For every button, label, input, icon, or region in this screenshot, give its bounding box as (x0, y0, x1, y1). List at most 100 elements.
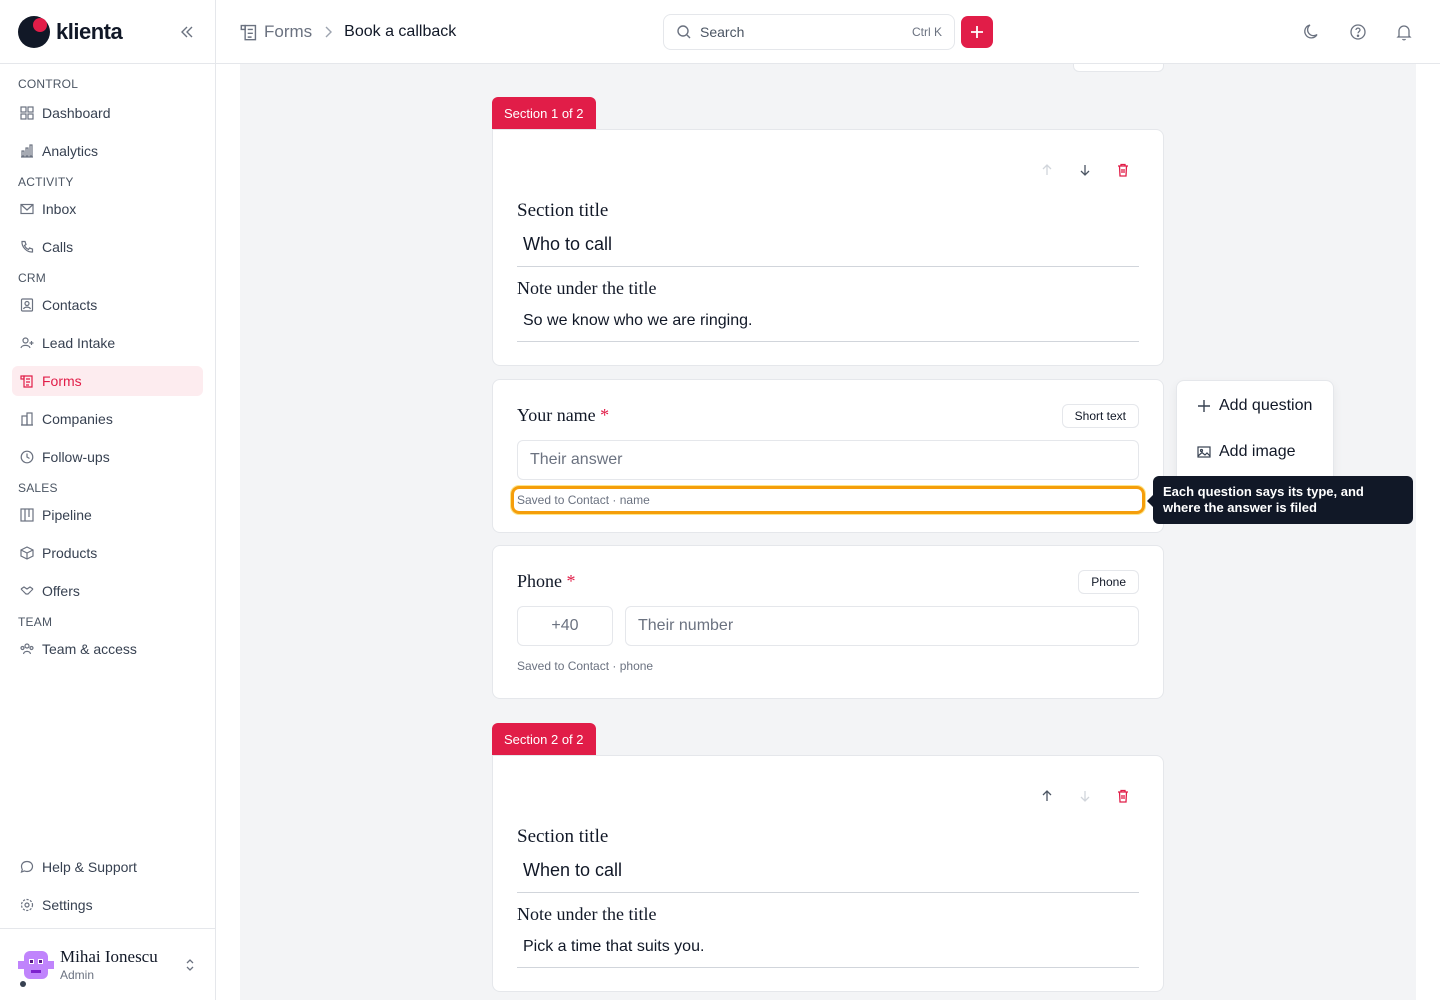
section-controls (1039, 788, 1131, 804)
sidebar-item-pipeline[interactable]: Pipeline (12, 500, 203, 530)
sidebar-item-label: Help & Support (42, 859, 137, 875)
user-role: Admin (60, 968, 95, 982)
bell-icon[interactable] (1394, 22, 1414, 42)
nav-group-sales: SALES (18, 481, 58, 495)
image-icon (1197, 445, 1211, 459)
logo-row: klienta (0, 0, 215, 64)
tooltip-arrow (1147, 495, 1153, 507)
required-marker: * (600, 405, 610, 425)
sidebar-item-offers[interactable]: Offers (12, 576, 203, 606)
sidebar-item-inbox[interactable]: Inbox (12, 194, 203, 224)
tooltip: Each question says its type, and where t… (1147, 476, 1413, 524)
question-title: Your name (517, 405, 596, 425)
question-card[interactable]: Your name * Short text Their answer Save… (492, 379, 1164, 533)
section-note-input[interactable]: So we know who we are ringing. (517, 312, 1139, 342)
companies-icon (20, 412, 34, 426)
sidebar-item-companies[interactable]: Companies (12, 404, 203, 434)
sidebar-item-label: Calls (42, 239, 74, 255)
sidebar-item-products[interactable]: Products (12, 538, 203, 568)
avatar (18, 947, 54, 987)
sidebar-item-team-access[interactable]: Team & access (12, 634, 203, 664)
section-tab[interactable]: Section 2 of 2 (492, 723, 596, 755)
analytics-icon (20, 144, 34, 158)
section-note-label: Note under the title (517, 278, 657, 298)
header-card-edge (1073, 64, 1164, 72)
create-new-button[interactable] (961, 16, 993, 48)
sidebar-item-settings[interactable]: Settings (12, 890, 203, 920)
sidebar-item-label: Inbox (42, 201, 77, 217)
sidebar-item-dashboard[interactable]: Dashboard (12, 98, 203, 128)
add-image-label: Add image (1219, 443, 1296, 460)
user-menu[interactable]: Mihai Ionescu Admin (0, 928, 215, 1000)
add-image-button[interactable]: Add image (1177, 429, 1333, 475)
chat-icon (20, 860, 34, 874)
sidebar-item-calls[interactable]: Calls (12, 232, 203, 262)
section-title-input[interactable]: Who to call (517, 234, 1139, 267)
moon-icon[interactable] (1302, 22, 1322, 42)
box-icon (20, 546, 34, 560)
arrow-down-icon[interactable] (1077, 788, 1093, 804)
nav-group-team: TEAM (18, 615, 53, 629)
arrow-down-icon[interactable] (1077, 162, 1093, 178)
trash-icon[interactable] (1115, 162, 1131, 178)
trash-icon[interactable] (1115, 788, 1131, 804)
add-question-button[interactable]: Add question (1177, 383, 1333, 429)
search-placeholder: Search (700, 24, 745, 40)
sidebar-item-analytics[interactable]: Analytics (12, 136, 203, 166)
section-title-label: Section title (517, 826, 609, 847)
phone-number-input[interactable]: Their number (625, 606, 1139, 646)
add-question-label: Add question (1219, 397, 1313, 414)
sidebar-item-follow-ups[interactable]: Follow-ups (12, 442, 203, 472)
sidebar-item-label: Forms (42, 373, 82, 389)
handshake-icon (20, 584, 34, 598)
question-title: Phone (517, 571, 562, 591)
saved-to-note: Saved to Contact · name (517, 493, 650, 507)
user-info: Mihai Ionescu Admin (60, 947, 158, 982)
sidebar-item-label: Lead Intake (42, 335, 116, 351)
question-type-badge: Short text (1061, 404, 1139, 428)
team-icon (20, 642, 34, 656)
section-title-input[interactable]: When to call (517, 860, 1139, 893)
section-note-label: Note under the title (517, 904, 657, 924)
sidebar-item-label: Team & access (42, 641, 137, 657)
help-icon[interactable] (1348, 22, 1368, 42)
nav-group-crm: CRM (18, 271, 46, 285)
country-code-input[interactable]: +40 (517, 606, 613, 646)
forms-icon (240, 23, 258, 41)
search-shortcut-hint: Ctrl K (912, 25, 942, 39)
sidebar: klienta CONTROL Dashboard Analytics ACTI… (0, 0, 216, 1000)
breadcrumb-forms-link[interactable]: Forms (264, 22, 312, 42)
tooltip-text: Each question says its type, and where t… (1163, 484, 1364, 515)
arrow-up-icon[interactable] (1039, 788, 1055, 804)
collapse-sidebar-icon[interactable] (177, 22, 197, 42)
question-type-badge: Phone (1078, 570, 1139, 594)
answer-input[interactable]: Their answer (517, 440, 1139, 480)
breadcrumb: Forms Book a callback (240, 22, 456, 42)
pipeline-icon (20, 508, 34, 522)
sidebar-item-lead-intake[interactable]: Lead Intake (12, 328, 203, 358)
dashboard-icon (20, 106, 34, 120)
add-content-menu: Add question Add image (1176, 380, 1334, 486)
chevron-right-icon (320, 24, 336, 40)
section-tab[interactable]: Section 1 of 2 (492, 97, 596, 129)
gear-icon (20, 898, 34, 912)
forms-icon (20, 374, 34, 388)
required-marker: * (566, 571, 576, 591)
sidebar-item-help-support[interactable]: Help & Support (12, 852, 203, 882)
arrow-up-icon[interactable] (1039, 162, 1055, 178)
question-card[interactable]: Phone * Phone +40 Their number Saved to … (492, 545, 1164, 699)
klienta-logo[interactable] (18, 15, 50, 48)
sidebar-item-label: Pipeline (42, 507, 92, 523)
question-label: Phone * (517, 571, 576, 592)
section-card: Section title Who to call Note under the… (492, 129, 1164, 366)
section-note-input[interactable]: Pick a time that suits you. (517, 938, 1139, 968)
plus-icon (969, 24, 985, 40)
plus-icon (1197, 399, 1211, 413)
chevron-up-down-icon[interactable] (183, 958, 197, 972)
sidebar-item-contacts[interactable]: Contacts (12, 290, 203, 320)
topbar: Forms Book a callback Search Ctrl K (216, 0, 1440, 64)
sidebar-item-label: Contacts (42, 297, 98, 313)
section-controls (1039, 162, 1131, 178)
search-input[interactable]: Search Ctrl K (663, 14, 955, 50)
sidebar-item-forms[interactable]: Forms (12, 366, 203, 396)
